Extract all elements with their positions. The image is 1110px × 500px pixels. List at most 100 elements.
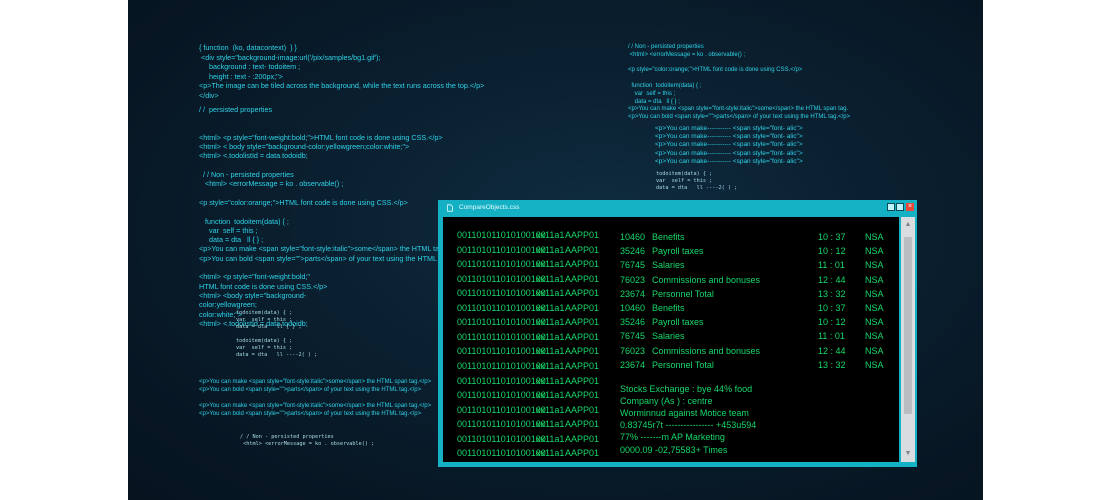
code-line: <p>You can make <span style="font-style:…	[199, 244, 460, 254]
entry-code: NSA	[865, 359, 884, 370]
entry-name: Commissions and bonuses	[652, 345, 761, 356]
code-block-bottom-mono: / / Non - persisted properties <html> <e…	[240, 434, 374, 448]
status-note: 77% -------m AP Marketing	[620, 432, 725, 443]
binary-value: 001101011010100100	[457, 302, 546, 313]
code-line: todoitem(data) { ;	[656, 171, 713, 177]
entry-name: Payroll taxes	[652, 246, 704, 257]
binary-value: 001101011010100100	[457, 390, 546, 401]
entry-number: 35246	[620, 246, 646, 257]
app-code: AAPP01	[565, 419, 600, 430]
entry-number: 23674	[620, 359, 646, 370]
entry-name: Personnel Total	[652, 288, 714, 299]
code-line: <p>The image can be tiled across the bac…	[199, 81, 485, 91]
entry-code: NSA	[865, 246, 884, 257]
app-code: AAPP01	[565, 259, 600, 270]
code-line: color:yellowgreen;	[199, 300, 257, 310]
entry-name: Benefits	[652, 303, 685, 313]
status-note: Company (As ) : centre	[620, 396, 713, 407]
code-line: <html> <errorMessage = ko . observable()…	[199, 179, 344, 189]
code-line: data = dta ll { } ;	[236, 324, 302, 330]
code-line: <p>You can make----------- <span style="…	[655, 157, 803, 165]
app-code: AAPP01	[565, 288, 600, 299]
code-line: <p>You can bold <span style="">parts</sp…	[628, 114, 851, 121]
entry-time: 10 : 37	[818, 232, 846, 242]
code-line: todoitem(data) { ;	[236, 310, 293, 316]
app-code: AAPP01	[565, 317, 600, 328]
binary-value: 001101011010100100	[457, 404, 546, 415]
code-line: / / Non - persisted properties	[240, 434, 334, 440]
entry-code: NSA	[865, 260, 884, 271]
hex-code: xx11a1	[536, 273, 565, 284]
binary-value: 001101011010100100	[457, 259, 546, 270]
code-line: <p>You can bold <span style="">parts</sp…	[199, 387, 422, 393]
scrollbar-thumb[interactable]	[904, 237, 912, 414]
code-line: HTML font code is done using CSS.</p>	[199, 281, 328, 291]
binary-value: 001101011010100100	[457, 360, 546, 371]
app-code: AAPP01	[565, 273, 600, 284]
code-line: background : text- todoitem ;	[199, 62, 301, 72]
code-line: function todoitem(data) { ;	[628, 82, 702, 89]
status-note: Stocks Exchange : bye 44% food	[620, 384, 753, 394]
code-line: <p>You can make----------- <span style="…	[655, 133, 803, 141]
window-title: CompareObjects.css	[459, 204, 520, 211]
hex-code: xx11a1	[536, 346, 565, 357]
app-code: AAPP01	[565, 302, 600, 313]
entry-number: 35246	[620, 317, 646, 328]
minimize-button[interactable]	[887, 203, 895, 211]
code-block-bottom-left: <p>You can make <span style="font-style:…	[199, 378, 431, 418]
hex-code: xx11a1	[536, 259, 565, 270]
code-line: var self = this ;	[628, 90, 676, 97]
app-code: AAPP01	[565, 244, 600, 255]
status-note: 0000.09 -02,75583+ Times	[620, 444, 728, 455]
code-block-top-right: / / Non - persisted properties <html> <e…	[628, 44, 850, 122]
code-block-top-left: { function (ko, datacontext) } } <div st…	[199, 43, 484, 101]
entry-code: NSA	[865, 288, 884, 299]
code-line: <html> <.todolistId = data.todoidb;	[199, 151, 308, 161]
app-code: AAPP01	[565, 230, 600, 240]
entry-time: 11 : 01	[818, 331, 845, 342]
code-line: data = dta ll ----2( ) ;	[656, 185, 738, 191]
code-block-left: / / persisted properties <html> <p style…	[199, 105, 465, 328]
hex-code: xx11a1	[536, 390, 565, 401]
code-line: var self = this ;	[236, 345, 293, 351]
entry-number: 10460	[620, 232, 646, 242]
hex-code: xx11a1	[536, 360, 565, 371]
code-line: <html> <errorMessage = ko . observable()…	[240, 441, 375, 447]
entry-name: Benefits	[652, 232, 685, 242]
binary-value: 001101011010100100	[457, 375, 546, 386]
entry-number: 10460	[620, 303, 646, 313]
entry-number: 76745	[620, 260, 646, 271]
vertical-scrollbar[interactable]: ▲ ▼	[901, 217, 915, 462]
entry-time: 13 : 32	[818, 359, 846, 370]
code-line: var self = this ;	[199, 225, 258, 235]
entry-code: NSA	[865, 274, 884, 285]
code-line: var self = this ;	[236, 317, 293, 323]
code-line: { function (ko, datacontext) } }	[199, 43, 297, 52]
code-line: <html> <p style="font-weight:bold;">HTML…	[199, 132, 443, 142]
maximize-button[interactable]	[896, 203, 904, 211]
close-button[interactable]: ×	[906, 203, 914, 211]
window-titlebar[interactable]: CompareObjects.css ×	[438, 200, 917, 217]
code-line: var self = this ;	[656, 178, 713, 184]
hex-code: xx11a1	[536, 317, 565, 328]
hex-code: xx11a1	[536, 331, 565, 342]
code-line: todoitem(data) { ;	[236, 338, 293, 344]
app-code: AAPP01	[565, 448, 600, 459]
binary-value: 001101011010100100	[457, 419, 546, 430]
entry-name: Salaries	[652, 260, 685, 271]
code-line: </div>	[199, 90, 219, 100]
code-line: function todoitem(data) { ;	[199, 216, 289, 226]
scroll-down-icon[interactable]: ▼	[901, 448, 915, 460]
hex-code: xx11a1	[536, 419, 565, 430]
app-code: AAPP01	[565, 331, 600, 342]
code-line: <p>You can bold <span style="">parts</sp…	[199, 253, 466, 263]
compare-objects-window[interactable]: CompareObjects.css × 001101011010100100 x…	[438, 200, 917, 467]
entry-time: 10 : 12	[818, 246, 846, 257]
scroll-up-icon[interactable]: ▲	[901, 219, 915, 231]
